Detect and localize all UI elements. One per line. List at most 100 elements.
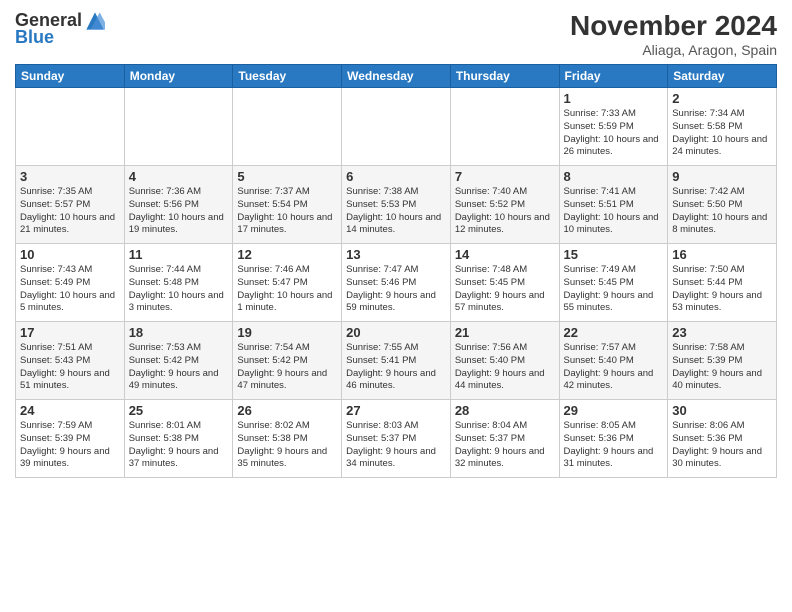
cell-info: Sunrise: 7:54 AM Sunset: 5:42 PM Dayligh… [237,342,337,393]
calendar-cell: 11 Sunrise: 7:44 AM Sunset: 5:48 PM Dayli… [124,244,233,322]
calendar-cell [124,88,233,166]
calendar-cell [16,88,125,166]
calendar-cell: 3 Sunrise: 7:35 AM Sunset: 5:57 PM Daylig… [16,166,125,244]
cell-info: Sunrise: 7:35 AM Sunset: 5:57 PM Dayligh… [20,186,120,237]
cell-info: Sunrise: 7:43 AM Sunset: 5:49 PM Dayligh… [20,264,120,315]
cell-info: Sunrise: 8:01 AM Sunset: 5:38 PM Dayligh… [129,420,229,471]
day-number: 8 [564,169,664,184]
cell-info: Sunrise: 7:55 AM Sunset: 5:41 PM Dayligh… [346,342,446,393]
calendar-cell: 21 Sunrise: 7:56 AM Sunset: 5:40 PM Dayli… [450,322,559,400]
day-number: 29 [564,403,664,418]
cell-info: Sunrise: 7:38 AM Sunset: 5:53 PM Dayligh… [346,186,446,237]
day-number: 5 [237,169,337,184]
day-number: 23 [672,325,772,340]
calendar-cell: 24 Sunrise: 7:59 AM Sunset: 5:39 PM Dayli… [16,400,125,478]
cell-info: Sunrise: 8:04 AM Sunset: 5:37 PM Dayligh… [455,420,555,471]
weekday-header-tuesday: Tuesday [233,65,342,88]
day-number: 15 [564,247,664,262]
cell-info: Sunrise: 7:57 AM Sunset: 5:40 PM Dayligh… [564,342,664,393]
cell-info: Sunrise: 7:44 AM Sunset: 5:48 PM Dayligh… [129,264,229,315]
weekday-header-monday: Monday [124,65,233,88]
calendar-cell: 17 Sunrise: 7:51 AM Sunset: 5:43 PM Dayli… [16,322,125,400]
calendar-week-row: 17 Sunrise: 7:51 AM Sunset: 5:43 PM Dayli… [16,322,777,400]
calendar-cell: 7 Sunrise: 7:40 AM Sunset: 5:52 PM Daylig… [450,166,559,244]
cell-info: Sunrise: 7:59 AM Sunset: 5:39 PM Dayligh… [20,420,120,471]
day-number: 2 [672,91,772,106]
location-title: Aliaga, Aragon, Spain [570,42,777,58]
cell-info: Sunrise: 7:37 AM Sunset: 5:54 PM Dayligh… [237,186,337,237]
cell-info: Sunrise: 8:06 AM Sunset: 5:36 PM Dayligh… [672,420,772,471]
cell-info: Sunrise: 8:05 AM Sunset: 5:36 PM Dayligh… [564,420,664,471]
cell-info: Sunrise: 7:42 AM Sunset: 5:50 PM Dayligh… [672,186,772,237]
cell-info: Sunrise: 7:47 AM Sunset: 5:46 PM Dayligh… [346,264,446,315]
cell-info: Sunrise: 7:36 AM Sunset: 5:56 PM Dayligh… [129,186,229,237]
day-number: 22 [564,325,664,340]
day-number: 25 [129,403,229,418]
calendar-cell [233,88,342,166]
calendar-cell: 30 Sunrise: 8:06 AM Sunset: 5:36 PM Dayli… [668,400,777,478]
day-number: 18 [129,325,229,340]
calendar-cell [450,88,559,166]
day-number: 7 [455,169,555,184]
day-number: 11 [129,247,229,262]
calendar-cell: 26 Sunrise: 8:02 AM Sunset: 5:38 PM Dayli… [233,400,342,478]
day-number: 19 [237,325,337,340]
day-number: 1 [564,91,664,106]
calendar-cell: 23 Sunrise: 7:58 AM Sunset: 5:39 PM Dayli… [668,322,777,400]
calendar-cell: 1Sunrise: 7:33 AM Sunset: 5:59 PM Daylig… [559,88,668,166]
day-number: 20 [346,325,446,340]
calendar-week-row: 3 Sunrise: 7:35 AM Sunset: 5:57 PM Daylig… [16,166,777,244]
calendar-table: SundayMondayTuesdayWednesdayThursdayFrid… [15,64,777,478]
day-number: 24 [20,403,120,418]
cell-info: Sunrise: 7:40 AM Sunset: 5:52 PM Dayligh… [455,186,555,237]
calendar-cell: 19 Sunrise: 7:54 AM Sunset: 5:42 PM Dayli… [233,322,342,400]
cell-info: Sunrise: 7:51 AM Sunset: 5:43 PM Dayligh… [20,342,120,393]
logo: General Blue [15,10,105,48]
calendar-cell: 18 Sunrise: 7:53 AM Sunset: 5:42 PM Dayli… [124,322,233,400]
calendar-cell: 27 Sunrise: 8:03 AM Sunset: 5:37 PM Dayli… [342,400,451,478]
day-number: 21 [455,325,555,340]
weekday-header-wednesday: Wednesday [342,65,451,88]
cell-info: Sunrise: 7:53 AM Sunset: 5:42 PM Dayligh… [129,342,229,393]
cell-info: Sunrise: 7:41 AM Sunset: 5:51 PM Dayligh… [564,186,664,237]
calendar-cell: 10 Sunrise: 7:43 AM Sunset: 5:49 PM Dayli… [16,244,125,322]
weekday-header-thursday: Thursday [450,65,559,88]
day-number: 26 [237,403,337,418]
title-block: November 2024 Aliaga, Aragon, Spain [570,10,777,58]
calendar-week-row: 10 Sunrise: 7:43 AM Sunset: 5:49 PM Dayli… [16,244,777,322]
cell-info: Sunrise: 7:58 AM Sunset: 5:39 PM Dayligh… [672,342,772,393]
cell-info: Sunrise: 7:50 AM Sunset: 5:44 PM Dayligh… [672,264,772,315]
day-number: 9 [672,169,772,184]
day-number: 27 [346,403,446,418]
weekday-header-saturday: Saturday [668,65,777,88]
day-number: 13 [346,247,446,262]
day-number: 3 [20,169,120,184]
calendar-week-row: 1Sunrise: 7:33 AM Sunset: 5:59 PM Daylig… [16,88,777,166]
day-number: 12 [237,247,337,262]
calendar-cell: 28Sunrise: 8:04 AM Sunset: 5:37 PM Dayli… [450,400,559,478]
calendar-cell: 14Sunrise: 7:48 AM Sunset: 5:45 PM Dayli… [450,244,559,322]
calendar-cell: 4 Sunrise: 7:36 AM Sunset: 5:56 PM Daylig… [124,166,233,244]
weekday-header-friday: Friday [559,65,668,88]
calendar-cell: 16 Sunrise: 7:50 AM Sunset: 5:44 PM Dayli… [668,244,777,322]
day-number: 17 [20,325,120,340]
cell-info: Sunrise: 7:48 AM Sunset: 5:45 PM Dayligh… [455,264,555,315]
calendar-cell [342,88,451,166]
cell-info: Sunrise: 7:56 AM Sunset: 5:40 PM Dayligh… [455,342,555,393]
day-number: 4 [129,169,229,184]
calendar-cell: 12 Sunrise: 7:46 AM Sunset: 5:47 PM Dayli… [233,244,342,322]
calendar-cell: 2 Sunrise: 7:34 AM Sunset: 5:58 PM Daylig… [668,88,777,166]
calendar-cell: 20 Sunrise: 7:55 AM Sunset: 5:41 PM Dayli… [342,322,451,400]
day-number: 10 [20,247,120,262]
logo-blue: Blue [15,27,54,48]
cell-info: Sunrise: 8:02 AM Sunset: 5:38 PM Dayligh… [237,420,337,471]
day-number: 16 [672,247,772,262]
cell-info: Sunrise: 7:34 AM Sunset: 5:58 PM Dayligh… [672,108,772,159]
logo-icon [85,11,105,31]
main-container: General Blue November 2024 Aliaga, Arago… [0,0,792,483]
calendar-cell: 6Sunrise: 7:38 AM Sunset: 5:53 PM Daylig… [342,166,451,244]
cell-info: Sunrise: 7:49 AM Sunset: 5:45 PM Dayligh… [564,264,664,315]
day-number: 30 [672,403,772,418]
cell-info: Sunrise: 7:46 AM Sunset: 5:47 PM Dayligh… [237,264,337,315]
cell-info: Sunrise: 8:03 AM Sunset: 5:37 PM Dayligh… [346,420,446,471]
